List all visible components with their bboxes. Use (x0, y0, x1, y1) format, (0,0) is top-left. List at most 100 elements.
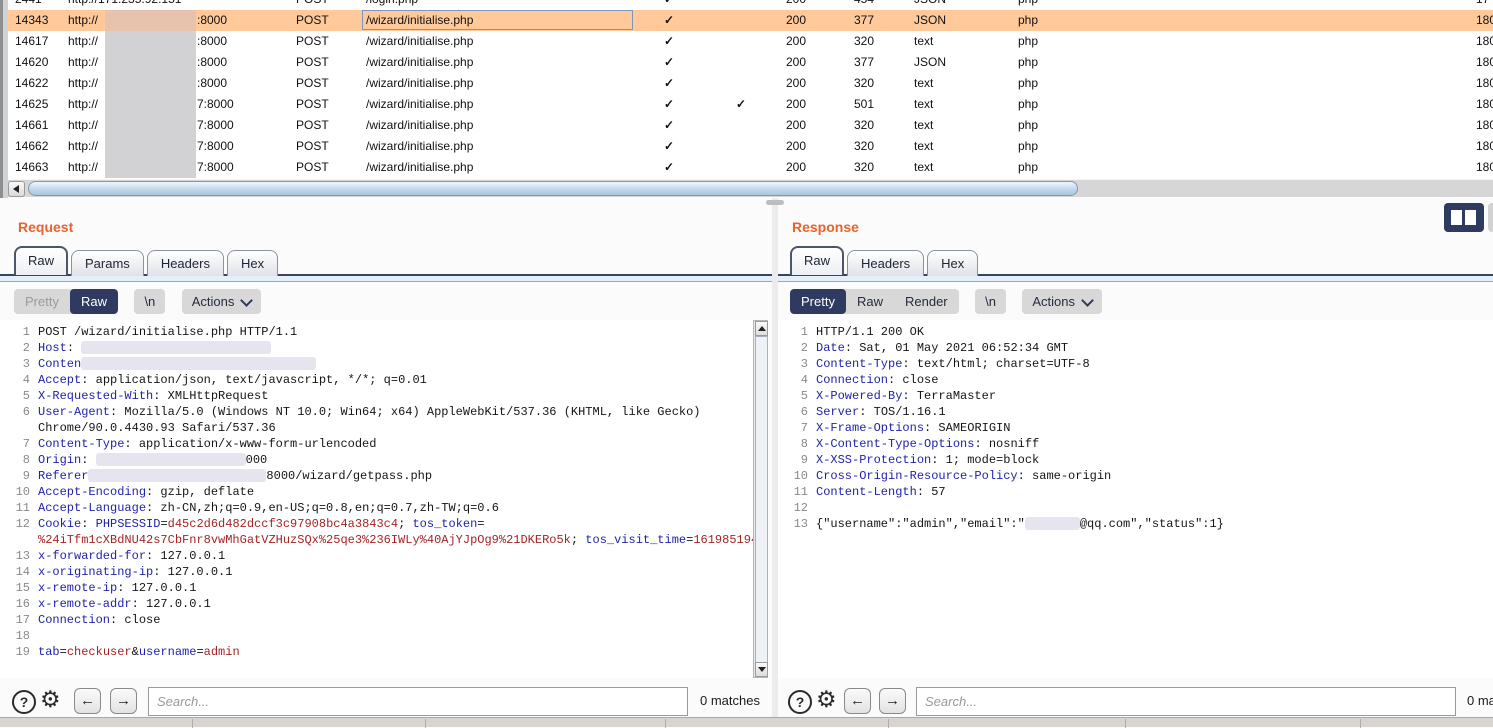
editor-line: 9Referer8000/wizard/getpass.php (0, 468, 753, 484)
host: http:// (68, 10, 98, 31)
method: POST (296, 10, 329, 31)
length: 320 (854, 136, 874, 157)
mime-type: JSON (914, 0, 946, 10)
redacted-host-blur (105, 157, 196, 178)
editor-line: 18 (0, 628, 753, 644)
mime-type: JSON (914, 52, 946, 73)
history-row-14662[interactable]: 14662http://7:8000POST/wizard/initialise… (0, 136, 1493, 157)
length: 454 (854, 0, 874, 10)
view-pill-pretty[interactable]: Pretty (790, 289, 846, 314)
history-row-14663[interactable]: 14663http://7:8000POST/wizard/initialise… (0, 157, 1493, 178)
request-actions-button[interactable]: Actions (182, 289, 262, 314)
request-editor-scrollbar[interactable] (753, 320, 768, 678)
view-pill-raw[interactable]: Raw (70, 289, 118, 314)
request-panel-title: Request (18, 219, 73, 235)
tab-params[interactable]: Params (71, 250, 144, 276)
help-icon[interactable]: ? (788, 690, 812, 714)
extension: php (1018, 52, 1038, 73)
search-next-button[interactable]: → (879, 688, 906, 714)
scroll-up-arrow-icon (758, 326, 766, 331)
ip: 180 (1476, 73, 1493, 94)
http-history-table[interactable]: 2441http://171.235.92.151POST/login.php✓… (0, 0, 1493, 180)
editor-line: 12 (778, 500, 1493, 516)
status-code: 200 (786, 52, 806, 73)
request-scrollbar-thumb[interactable] (755, 336, 768, 664)
response-tabs: RawHeadersHex (790, 247, 981, 274)
history-row-14620[interactable]: 14620http://:8000POST/wizard/initialise.… (0, 52, 1493, 73)
redacted-host-blur (105, 52, 196, 73)
layout-columns-button[interactable] (1444, 203, 1484, 232)
params-checkmark-icon: ✓ (664, 31, 674, 52)
ip: 180 (1476, 157, 1493, 178)
redacted-blur (1025, 517, 1080, 530)
response-editor[interactable]: 1HTTP/1.1 200 OK2Date: Sat, 01 May 2021 … (778, 320, 1493, 678)
edited-checkmark-icon: ✓ (736, 94, 746, 115)
tab-headers[interactable]: Headers (147, 250, 224, 276)
view-pill-raw[interactable]: Raw (846, 289, 894, 314)
editor-line: 19tab=checkuser&username=admin (0, 644, 753, 660)
params-checkmark-icon: ✓ (664, 73, 674, 94)
history-row-14622[interactable]: 14622http://:8000POST/wizard/initialise.… (0, 73, 1493, 94)
view-pill-render[interactable]: Render (894, 289, 959, 314)
request-search-input[interactable] (148, 687, 688, 716)
response-search-input[interactable] (916, 687, 1456, 716)
scroll-left-button[interactable] (8, 181, 25, 197)
newline-toggle-button[interactable]: \n (975, 289, 1006, 314)
redacted-host-blur (105, 10, 196, 31)
length: 377 (854, 10, 874, 31)
params-checkmark-icon: ✓ (664, 94, 674, 115)
history-row-14617[interactable]: 14617http://:8000POST/wizard/initialise.… (0, 31, 1493, 52)
newline-toggle-button[interactable]: \n (134, 289, 165, 314)
extension: php (1018, 73, 1038, 94)
tab-hex[interactable]: Hex (927, 250, 978, 276)
method: POST (296, 157, 329, 178)
mime-type: text (914, 94, 933, 115)
search-next-button[interactable]: → (110, 688, 137, 714)
method: POST (296, 136, 329, 157)
url: /wizard/initialise.php (366, 94, 473, 115)
request-number: 14622 (15, 73, 48, 94)
status-code: 200 (786, 0, 806, 10)
request-number: 14625 (15, 94, 48, 115)
gear-icon[interactable]: ⚙ (40, 686, 61, 713)
scroll-up-button[interactable] (755, 321, 768, 336)
history-row-14661[interactable]: 14661http://7:8000POST/wizard/initialise… (0, 115, 1493, 136)
focused-cell-outline (362, 10, 633, 30)
method: POST (296, 0, 329, 10)
layout-rows-button[interactable] (1488, 203, 1493, 232)
length: 377 (854, 52, 874, 73)
editor-line: 4Connection: close (778, 372, 1493, 388)
tab-raw[interactable]: Raw (790, 246, 844, 275)
editor-line: 3Content-Type: text/html; charset=UTF-8 (778, 356, 1493, 372)
search-prev-button[interactable]: ← (74, 688, 101, 714)
editor-line: %24iTfm1cXBdNU42s7CbFnr8vwMhGatVZHuzSQx%… (0, 532, 753, 548)
gear-icon[interactable]: ⚙ (816, 686, 837, 713)
method: POST (296, 115, 329, 136)
view-pill-pretty[interactable]: Pretty (14, 289, 70, 314)
response-actions-button[interactable]: Actions (1022, 289, 1102, 314)
params-checkmark-icon: ✓ (664, 10, 674, 31)
history-row-14343[interactable]: 14343http://:8000POST/wizard/initialise.… (0, 10, 1493, 31)
method: POST (296, 52, 329, 73)
search-prev-button[interactable]: ← (844, 688, 871, 714)
history-row-14625[interactable]: 14625http://7:8000POST/wizard/initialise… (0, 94, 1493, 115)
editor-line: 13{"username":"admin","email":"@qq.com",… (778, 516, 1493, 532)
history-row-2441[interactable]: 2441http://171.235.92.151POST/login.php✓… (0, 0, 1493, 10)
tab-headers[interactable]: Headers (847, 250, 924, 276)
request-number: 2441 (15, 0, 42, 10)
tab-raw[interactable]: Raw (14, 246, 68, 275)
request-editor[interactable]: 1POST /wizard/initialise.php HTTP/1.12Ho… (0, 320, 753, 678)
history-rows: 2441http://171.235.92.151POST/login.php✓… (0, 0, 1493, 178)
tab-hex[interactable]: Hex (227, 250, 278, 276)
host: http:// (68, 31, 98, 52)
redacted-host-blur (105, 73, 196, 94)
scroll-down-button[interactable] (755, 662, 768, 677)
redacted-host-blur (105, 136, 196, 157)
table-horizontal-scrollbar[interactable] (0, 179, 1493, 197)
splitter-handle[interactable] (766, 200, 784, 205)
editor-line: 15x-remote-ip: 127.0.0.1 (0, 580, 753, 596)
help-icon[interactable]: ? (12, 690, 36, 714)
editor-line: 10Accept-Encoding: gzip, deflate (0, 484, 753, 500)
horizontal-scrollbar-thumb[interactable] (28, 181, 1078, 196)
extension: php (1018, 0, 1038, 10)
